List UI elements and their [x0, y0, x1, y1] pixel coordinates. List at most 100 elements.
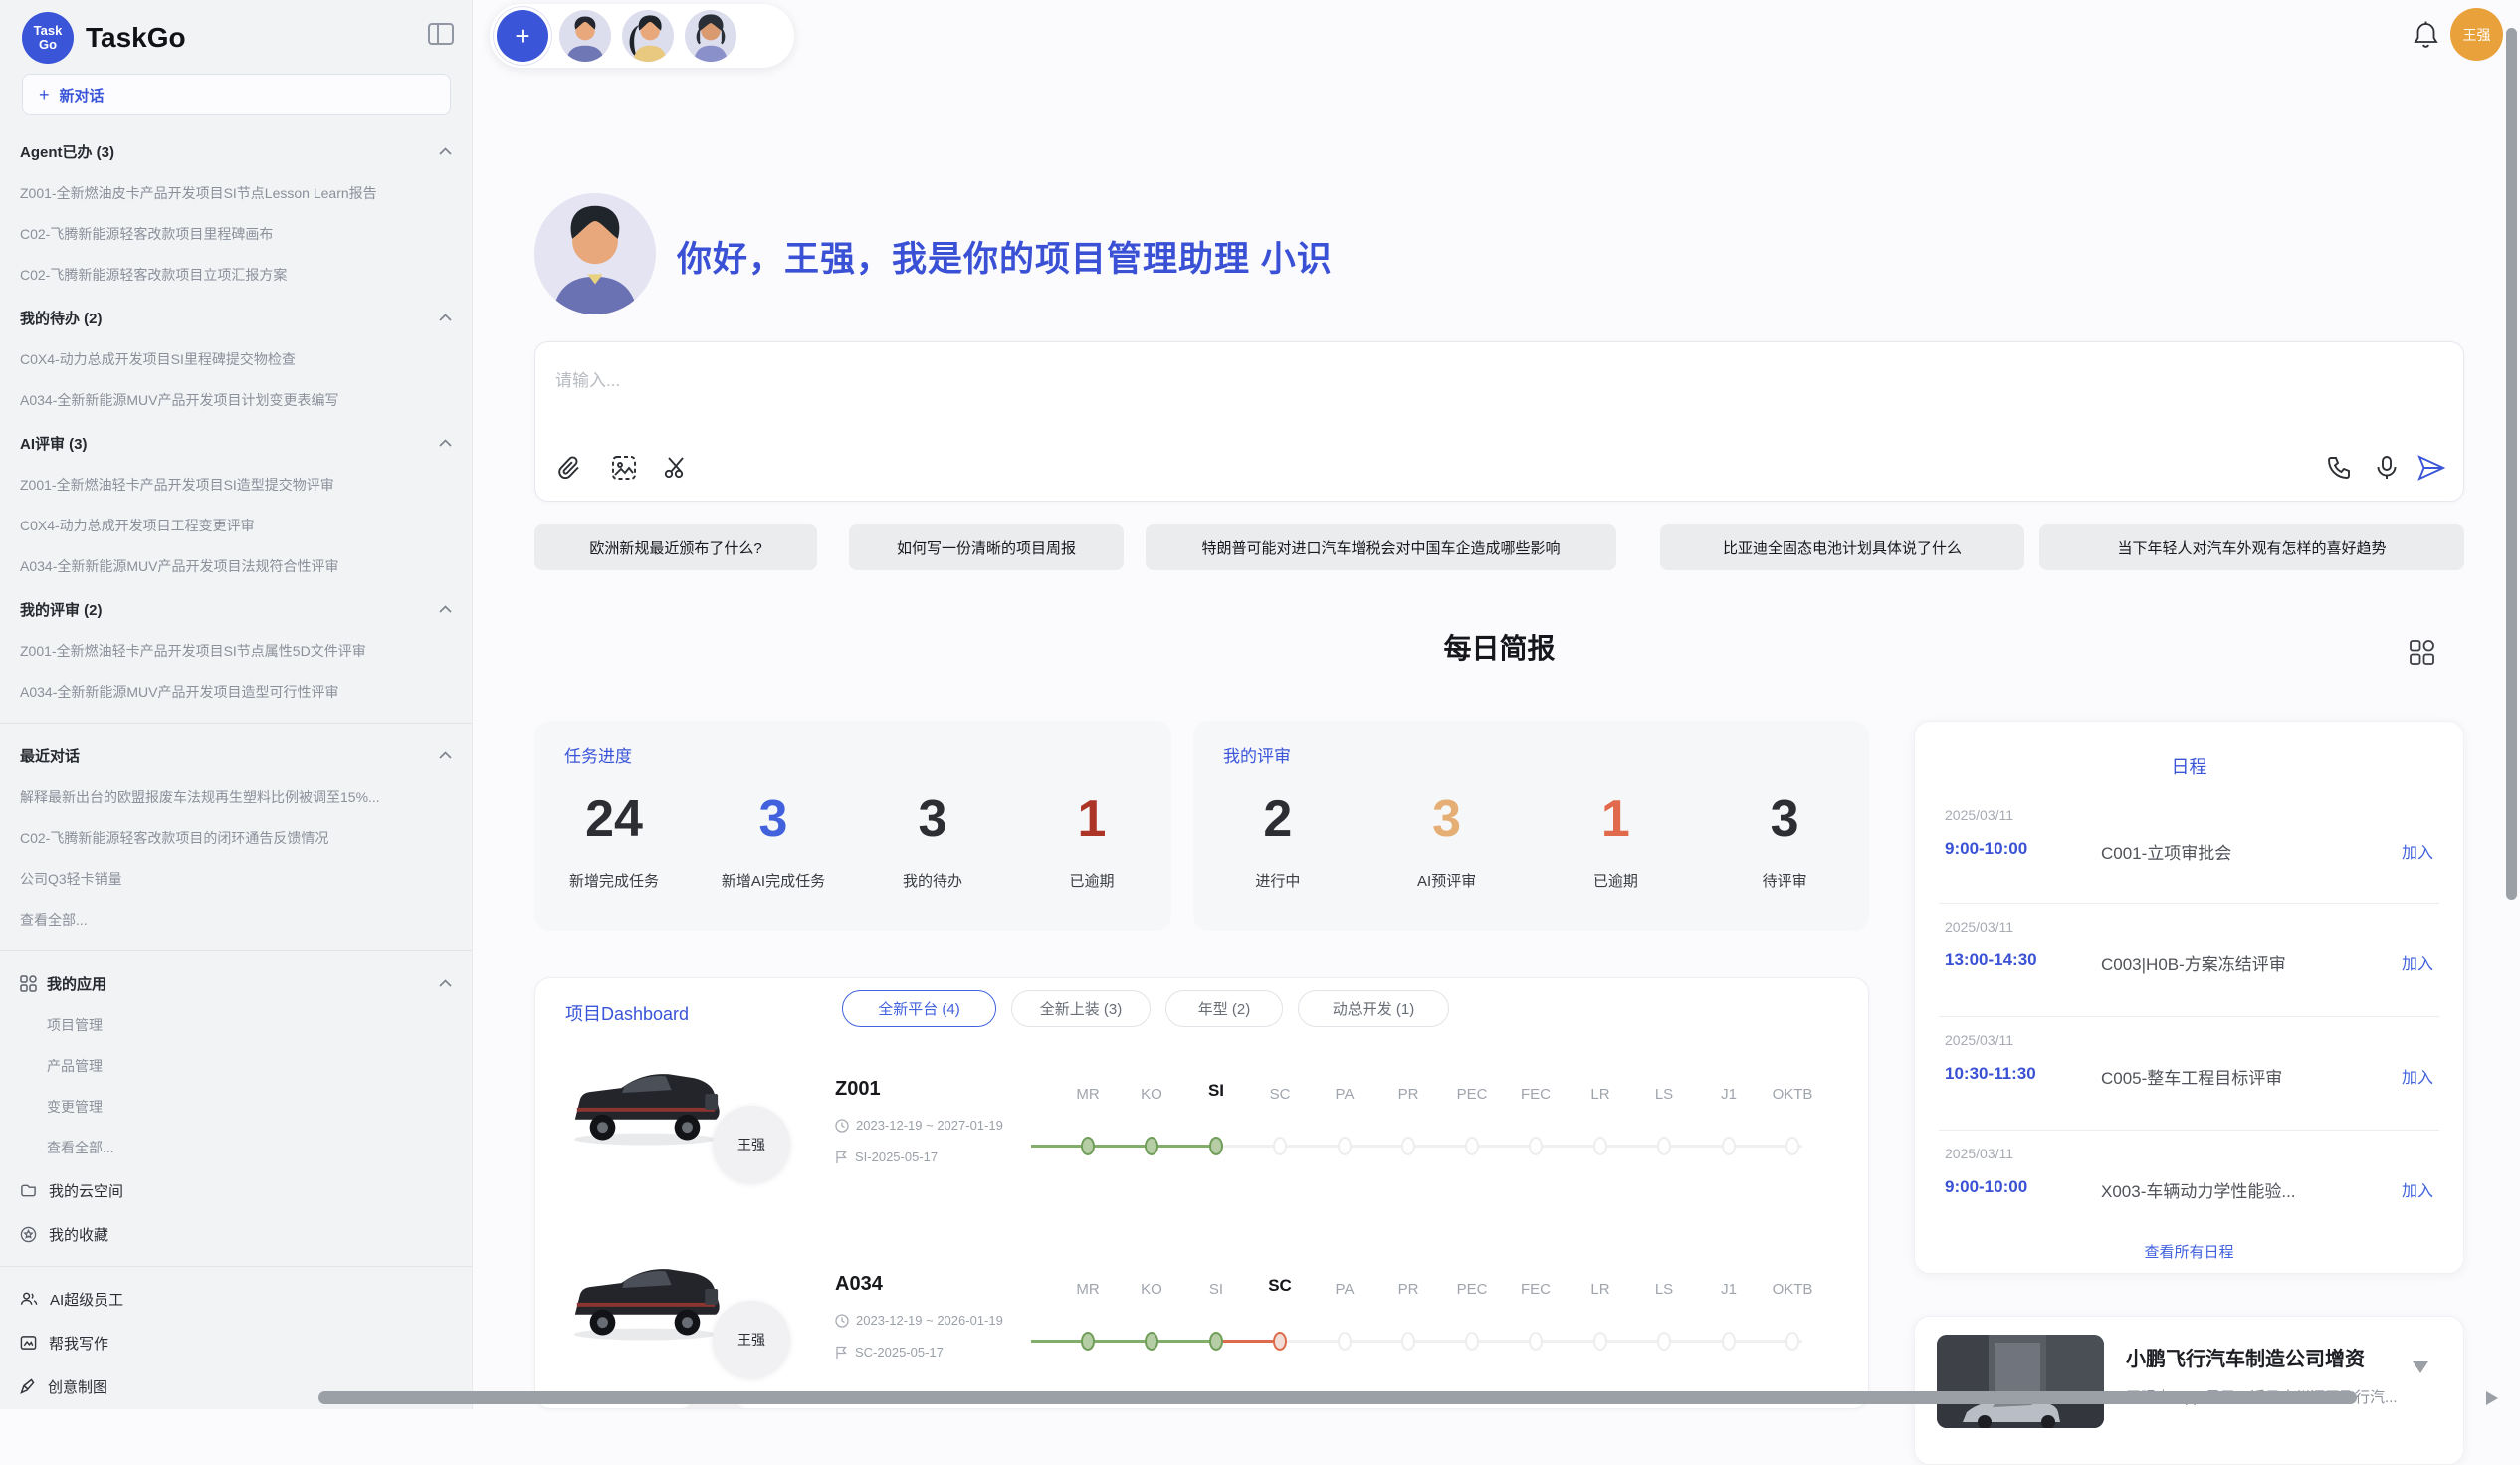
list-item[interactable]: A034-全新新能源MUV产品开发项目法规符合性评审 [20, 546, 452, 587]
milestone-dot[interactable] [1273, 1137, 1287, 1155]
sidebar-item-write-helper[interactable]: 帮我写作 [20, 1321, 452, 1364]
milestone-dot[interactable] [1657, 1332, 1671, 1351]
tab-new-platform[interactable]: 全新平台 (4) [842, 990, 996, 1027]
sidebar-item-product-mgmt[interactable]: 产品管理 [20, 1046, 452, 1087]
chevron-up-icon[interactable] [439, 605, 452, 613]
milestone-dot[interactable] [1657, 1137, 1671, 1155]
news-card[interactable]: 小鹏飞行汽车制造公司增资 天眼查 App 显示，近日广州汇天飞行汽... [1914, 1316, 2464, 1465]
apps-view-all[interactable]: 查看全部... [20, 1128, 452, 1168]
list-item[interactable]: C02-飞腾新能源轻客改款项目里程碑画布 [20, 214, 452, 255]
milestone-dot[interactable] [1209, 1332, 1223, 1351]
avatar[interactable] [622, 10, 674, 62]
chevron-up-icon[interactable] [439, 314, 452, 321]
vertical-scrollbar[interactable] [2506, 28, 2517, 900]
chat-input[interactable] [555, 364, 2148, 398]
add-session-button[interactable]: + [497, 10, 548, 62]
milestone-dot[interactable] [1529, 1137, 1543, 1155]
milestone-dot[interactable] [1465, 1332, 1479, 1351]
sidebar-item-project-mgmt[interactable]: 项目管理 [20, 1005, 452, 1046]
list-item[interactable]: 公司Q3轻卡销量 [20, 859, 452, 900]
phone-icon[interactable] [2326, 455, 2352, 481]
milestone-dot[interactable] [1722, 1137, 1736, 1155]
section-recent-chats[interactable]: 最近对话 [20, 733, 452, 777]
sidebar-item-cloud-space[interactable]: 我的云空间 [20, 1168, 452, 1212]
milestone-dot[interactable] [1081, 1332, 1095, 1351]
scissors-icon[interactable] [663, 455, 689, 481]
notification-bell-icon[interactable] [2413, 20, 2439, 50]
join-link[interactable]: 加入 [2402, 839, 2433, 863]
list-item[interactable]: C0X4-动力总成开发项目SI里程碑提交物检查 [20, 339, 452, 380]
avatar[interactable] [559, 10, 611, 62]
milestone-dot[interactable] [1593, 1137, 1607, 1155]
milestone-dot[interactable] [1465, 1137, 1479, 1155]
join-link[interactable]: 加入 [2402, 1064, 2433, 1088]
sidebar-item-label: 我的云空间 [49, 1180, 123, 1201]
suggestion-chip[interactable]: 如何写一份清晰的项目周报 [849, 524, 1124, 570]
milestone-label: LR [1569, 1277, 1632, 1303]
milestone-dot[interactable] [1401, 1137, 1415, 1155]
sidebar-item-favorites[interactable]: 我的收藏 [20, 1212, 452, 1256]
schedule-title: 日程 [1915, 753, 2463, 779]
milestone-dot[interactable] [1338, 1332, 1352, 1351]
section-my-todo[interactable]: 我的待办 (2) [20, 296, 452, 339]
milestone-dot[interactable] [1593, 1332, 1607, 1351]
stat-value: 24 [534, 782, 694, 856]
milestone-dot[interactable] [1785, 1137, 1799, 1155]
list-item[interactable]: C02-飞腾新能源轻客改款项目的闭环通告反馈情况 [20, 818, 452, 859]
suggestion-chip[interactable]: 欧洲新规最近颁布了什么? [534, 524, 817, 570]
chevron-up-icon[interactable] [439, 147, 452, 155]
section-agent-done[interactable]: Agent已办 (3) [20, 129, 452, 173]
chevron-up-icon[interactable] [439, 751, 452, 759]
milestone-label: SI [1184, 1277, 1248, 1303]
scroll-down-arrow[interactable] [2413, 1361, 2428, 1373]
suggestion-chip[interactable]: 特朗普可能对进口汽车增税会对中国车企造成哪些影响 [1146, 524, 1616, 570]
new-chat-button[interactable]: + 新对话 [22, 74, 451, 115]
milestone-dot[interactable] [1145, 1137, 1158, 1155]
horizontal-scrollbar[interactable] [318, 1391, 2357, 1404]
sidebar-collapse-icon[interactable] [428, 22, 454, 46]
view-all-schedule-link[interactable]: 查看所有日程 [1915, 1241, 2463, 1262]
list-item[interactable]: Z001-全新燃油轻卡产品开发项目SI造型提交物评审 [20, 465, 452, 506]
milestone-dot[interactable] [1209, 1137, 1223, 1155]
attachment-icon[interactable] [557, 455, 582, 481]
list-item[interactable]: A034-全新新能源MUV产品开发项目计划变更表编写 [20, 380, 452, 421]
tab-new-body[interactable]: 全新上装 (3) [1011, 990, 1151, 1027]
list-item[interactable]: A034-全新新能源MUV产品开发项目造型可行性评审 [20, 672, 452, 713]
schedule-item-title: C003|H0B-方案冻结评审 [2101, 950, 2286, 975]
sidebar-item-change-mgmt[interactable]: 变更管理 [20, 1087, 452, 1128]
list-item[interactable]: C0X4-动力总成开发项目工程变更评审 [20, 506, 452, 546]
user-avatar[interactable]: 王强 [2450, 8, 2503, 61]
avatar[interactable] [685, 10, 736, 62]
milestone-dot[interactable] [1145, 1332, 1158, 1351]
send-icon[interactable] [2417, 455, 2445, 481]
suggestion-chip[interactable]: 比亚迪全固态电池计划具体说了什么 [1660, 524, 2024, 570]
section-ai-review[interactable]: AI评审 (3) [20, 421, 452, 465]
join-link[interactable]: 加入 [2402, 950, 2433, 974]
layout-grid-icon[interactable] [2409, 639, 2435, 666]
suggestion-chip[interactable]: 当下年轻人对汽车外观有怎样的喜好趋势 [2039, 524, 2464, 570]
milestone-dot[interactable] [1785, 1332, 1799, 1351]
milestone-dot[interactable] [1401, 1332, 1415, 1351]
milestone-dot[interactable] [1081, 1137, 1095, 1155]
sidebar-item-ai-staff[interactable]: AI超级员工 [20, 1277, 452, 1321]
image-icon[interactable] [611, 455, 637, 481]
list-item[interactable]: 解释最新出台的欧盟报废车法规再生塑料比例被调至15%... [20, 777, 452, 818]
chevron-up-icon[interactable] [439, 439, 452, 447]
mic-icon[interactable] [2374, 455, 2400, 481]
scroll-right-arrow[interactable] [2486, 1391, 2498, 1405]
recent-view-all[interactable]: 查看全部... [20, 900, 452, 941]
milestone-dot[interactable] [1722, 1332, 1736, 1351]
join-link[interactable]: 加入 [2402, 1177, 2433, 1201]
list-item[interactable]: Z001-全新燃油轻卡产品开发项目SI节点属性5D文件评审 [20, 631, 452, 672]
tab-model-year[interactable]: 年型 (2) [1165, 990, 1283, 1027]
section-my-review[interactable]: 我的评审 (2) [20, 587, 452, 631]
section-my-apps[interactable]: 我的应用 [20, 961, 452, 1005]
milestone-dot[interactable] [1529, 1332, 1543, 1351]
chevron-up-icon[interactable] [439, 979, 452, 987]
apps-grid-icon [20, 975, 37, 992]
list-item[interactable]: C02-飞腾新能源轻客改款项目立项汇报方案 [20, 255, 452, 296]
milestone-dot[interactable] [1338, 1137, 1352, 1155]
list-item[interactable]: Z001-全新燃油皮卡产品开发项目SI节点Lesson Learn报告 [20, 173, 452, 214]
tab-powertrain[interactable]: 动总开发 (1) [1298, 990, 1449, 1027]
milestone-dot-overdue[interactable] [1273, 1332, 1287, 1351]
